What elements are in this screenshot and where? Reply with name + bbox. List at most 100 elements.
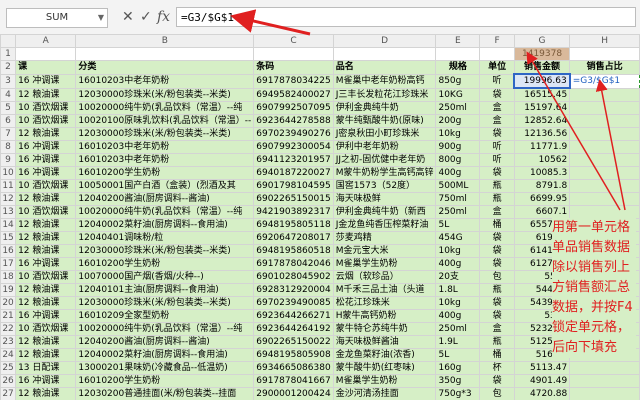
cell[interactable] — [253, 47, 334, 61]
cell[interactable]: 750ml — [435, 192, 481, 206]
cell[interactable]: 900g — [435, 140, 481, 154]
cell[interactable]: 8791.8 — [513, 179, 571, 193]
column-header-b[interactable]: B — [75, 34, 255, 48]
row-header[interactable]: 1 — [0, 47, 17, 61]
cell[interactable] — [435, 47, 481, 61]
cell[interactable]: M雀巢中老年奶粉高钙 — [332, 73, 437, 89]
cell[interactable]: 250ml — [435, 322, 481, 336]
cell[interactable]: 瓶 — [479, 335, 515, 349]
cell[interactable]: 200g — [435, 114, 481, 128]
cell[interactable]: 16515.45 — [513, 87, 571, 102]
cell[interactable]: 750g*3 — [435, 387, 481, 400]
cell[interactable]: 11771.9 — [513, 140, 571, 154]
cell[interactable]: 12040002菜籽油(厨房调料--食用油) — [75, 348, 255, 362]
cell[interactable]: J密泉秋田小町珍珠米 — [332, 127, 437, 141]
cell[interactable]: 16010203中老年奶粉 — [75, 153, 255, 167]
cell[interactable]: 听 — [479, 73, 515, 89]
row-header[interactable]: 9 — [0, 153, 17, 167]
row-header[interactable]: 12 — [0, 192, 17, 206]
cell[interactable]: 15197.64 — [513, 101, 571, 115]
name-box[interactable]: SUM ▼ — [6, 8, 108, 28]
cell[interactable]: 包 — [479, 270, 515, 284]
cell[interactable]: 850g — [435, 73, 481, 89]
cell[interactable]: 16 冲调课 — [15, 309, 77, 323]
cell[interactable]: 海天味极鲜酱油 — [332, 335, 437, 349]
cell[interactable]: 454G — [435, 231, 481, 245]
row-header[interactable]: 2 — [0, 60, 17, 75]
cell[interactable]: J金龙鱼纯香压榨菜籽油 — [332, 218, 437, 232]
formula-input[interactable]: =G3/$G$1 — [176, 7, 636, 27]
cell[interactable]: 20支 — [435, 270, 481, 284]
header-cell[interactable]: 销售占比 — [569, 60, 640, 75]
cell[interactable] — [75, 47, 255, 61]
header-cell[interactable]: 条码 — [253, 60, 334, 75]
cell[interactable]: 13000201果味奶(冷藏食品--低温奶) — [75, 361, 255, 375]
cell[interactable] — [569, 101, 640, 115]
cell[interactable]: 6928312920004 — [253, 283, 334, 297]
cell[interactable]: 16010203中老年奶粉 — [75, 73, 255, 89]
cell[interactable]: 袋 — [479, 296, 515, 310]
cell[interactable]: 13 日配课 — [15, 361, 77, 375]
row-header[interactable]: 5 — [0, 101, 17, 115]
cell[interactable] — [569, 87, 640, 102]
cell[interactable]: 6949582400027 — [253, 87, 334, 102]
cell[interactable]: 350g — [435, 374, 481, 388]
cell[interactable]: 6934665086380 — [253, 361, 334, 375]
cell[interactable]: 250ml — [435, 101, 481, 115]
cell[interactable]: 袋 — [479, 374, 515, 388]
cell[interactable]: 袋 — [479, 87, 515, 102]
cell[interactable]: 袋 — [479, 231, 515, 245]
cell[interactable]: 6948195860518 — [253, 244, 334, 258]
cell[interactable]: 12852.64 — [513, 114, 571, 128]
cell[interactable]: 12040002菜籽油(厨房调料--食用油) — [75, 218, 255, 232]
cell[interactable]: 4720.88 — [513, 387, 571, 400]
row-header[interactable]: 6 — [0, 114, 17, 128]
cell[interactable]: M蒙牛奶粉学生高钙高锌 — [332, 166, 437, 180]
cell[interactable]: JJ之初-固优健中老年奶 — [332, 153, 437, 167]
cell[interactable]: 10020000纯牛奶(乳品饮料（常温）--纯 — [75, 101, 255, 115]
cell[interactable]: 16010200学生奶粉 — [75, 374, 255, 388]
cell[interactable]: 6920647208017 — [253, 231, 334, 245]
cell[interactable] — [569, 166, 640, 180]
cell[interactable]: 12 粮油课 — [15, 348, 77, 362]
row-header[interactable]: 4 — [0, 87, 17, 102]
cell[interactable] — [569, 140, 640, 154]
cell[interactable]: 6941123201957 — [253, 153, 334, 167]
column-header-d[interactable]: D — [332, 34, 437, 48]
column-header-c[interactable]: C — [253, 34, 334, 48]
cell[interactable]: 6901798104595 — [253, 179, 334, 193]
row-header[interactable]: 25 — [0, 361, 17, 375]
cell[interactable]: 包 — [479, 387, 515, 400]
row-header[interactable]: 26 — [0, 374, 17, 388]
cell[interactable]: 12040101主油(厨房调料--食用油) — [75, 283, 255, 297]
row-header[interactable]: 18 — [0, 270, 17, 284]
cell[interactable]: 9421903892317 — [253, 205, 334, 219]
header-cell[interactable]: 品名 — [332, 60, 437, 75]
row-header[interactable]: 16 — [0, 244, 17, 258]
row-header[interactable]: 22 — [0, 322, 17, 336]
cell[interactable] — [569, 387, 640, 400]
cell[interactable]: 6607.1 — [513, 205, 571, 219]
cell[interactable]: 杯 — [479, 361, 515, 375]
cell[interactable]: 袋 — [479, 309, 515, 323]
cell[interactable]: 12040401调味粉/粒 — [75, 231, 255, 245]
cell[interactable]: 16 冲调课 — [15, 374, 77, 388]
cell[interactable]: 瓶 — [479, 179, 515, 193]
header-cell[interactable]: 分类 — [75, 60, 255, 75]
cell[interactable]: 盒 — [479, 101, 515, 115]
cell[interactable]: 6923644264192 — [253, 322, 334, 336]
cell[interactable]: 10085.3 — [513, 166, 571, 180]
cell[interactable]: 袋 — [479, 166, 515, 180]
row-header[interactable]: 10 — [0, 166, 17, 180]
cell[interactable]: 12 粮油课 — [15, 218, 77, 232]
row-header[interactable]: 8 — [0, 140, 17, 154]
row-header[interactable]: 17 — [0, 257, 17, 271]
cell[interactable] — [569, 153, 640, 167]
confirm-icon[interactable]: ✓ — [140, 8, 152, 26]
fx-icon[interactable]: fx — [157, 8, 170, 26]
cell[interactable]: 4901.49 — [513, 374, 571, 388]
cell[interactable]: 6907992507095 — [253, 101, 334, 115]
row-header[interactable]: 15 — [0, 231, 17, 245]
cell[interactable]: 10050001国产白酒（盒装）(烈酒及其 — [75, 179, 255, 193]
cell[interactable]: 6907992300054 — [253, 140, 334, 154]
